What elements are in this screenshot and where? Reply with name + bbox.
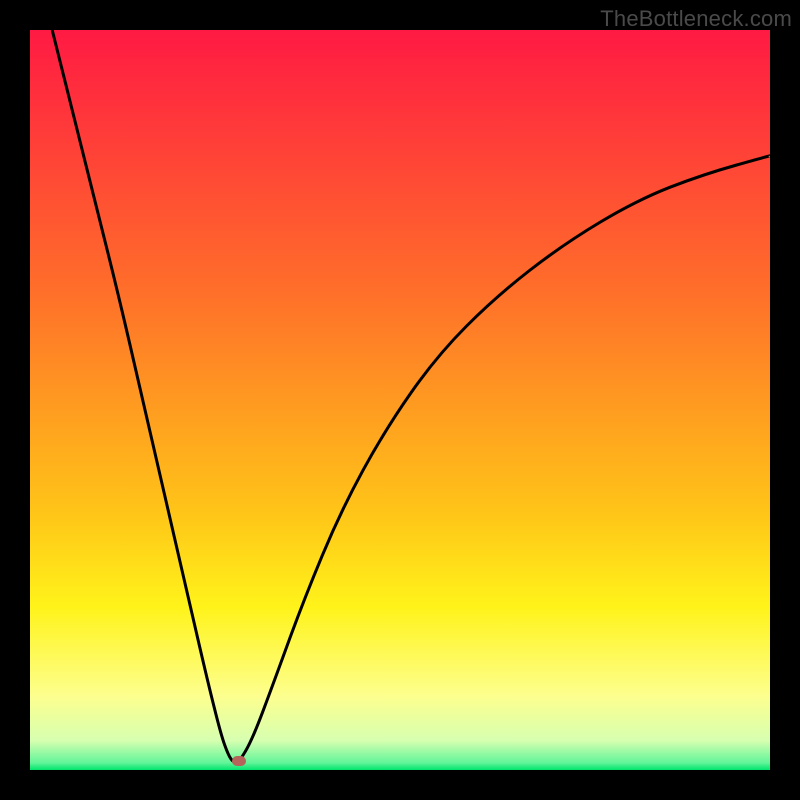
plot-area — [30, 30, 770, 770]
optimum-marker — [232, 756, 246, 766]
chart-frame: TheBottleneck.com — [0, 0, 800, 800]
watermark-text: TheBottleneck.com — [600, 6, 792, 32]
curve-svg — [30, 30, 770, 770]
bottleneck-curve — [52, 30, 770, 763]
